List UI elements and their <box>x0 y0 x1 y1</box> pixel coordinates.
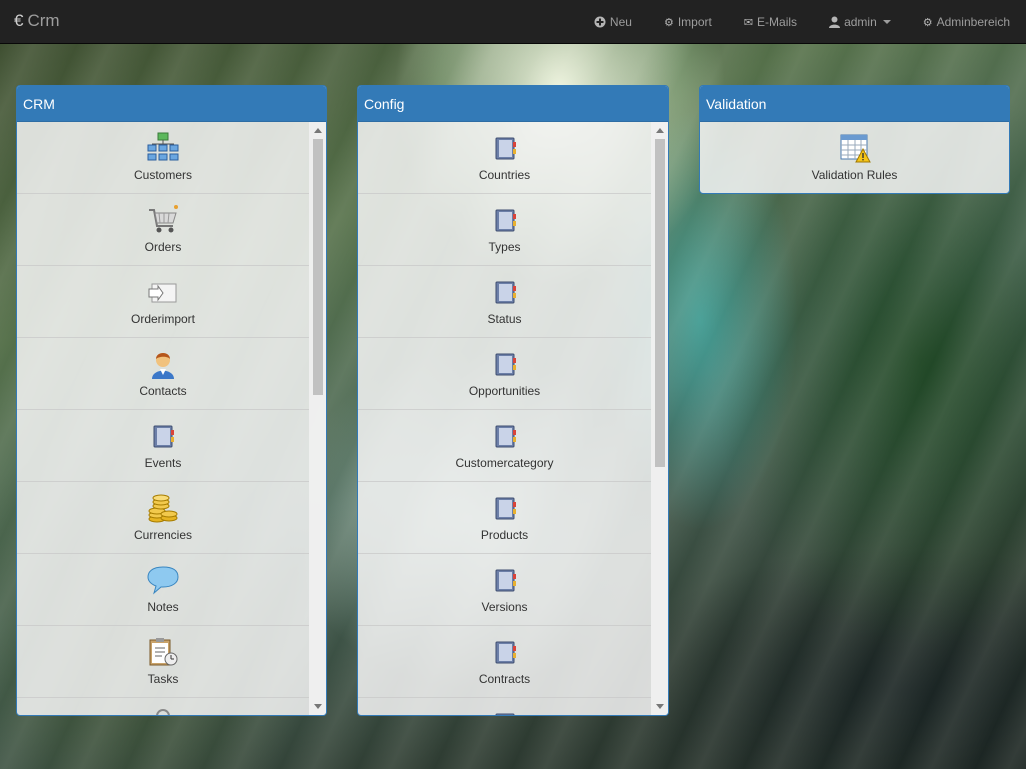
arrow-up-icon <box>655 128 664 133</box>
org-chart-icon <box>147 132 179 161</box>
plus-circle-icon <box>594 16 606 28</box>
nav-admin[interactable]: ⚙ Adminbereich <box>907 0 1026 44</box>
nav-emails[interactable]: ✉ E-Mails <box>728 0 813 44</box>
tile-customers[interactable]: Customers <box>17 122 309 194</box>
import-arrow-icon <box>148 283 177 303</box>
nav-import[interactable]: ⚙ Import <box>648 0 728 44</box>
crm-panel-title: CRM <box>17 86 326 122</box>
clipboard-clock-icon <box>149 638 178 666</box>
nav-new-label: Neu <box>609 15 632 29</box>
book-icon <box>495 281 516 304</box>
tile-events-label: Events <box>144 456 182 470</box>
nav-user-dropdown[interactable]: admin <box>813 0 907 44</box>
arrow-up-icon <box>313 128 322 133</box>
tile-currencies[interactable]: Currencies <box>17 482 309 554</box>
tile-orders[interactable]: Orders <box>17 194 309 266</box>
tile-orderimport-label: Orderimport <box>130 312 195 326</box>
tile-currencies-label: Currencies <box>133 528 193 542</box>
crm-scroll-thumb[interactable] <box>313 139 323 395</box>
book-icon <box>153 425 174 448</box>
partial-icon <box>156 709 170 715</box>
scroll-up-arrow[interactable] <box>309 122 326 139</box>
config-scrollbar[interactable] <box>651 122 668 715</box>
config-tile-list: Countries Types Status Opportunities Custome… <box>358 122 651 715</box>
top-navbar: € Crm Neu ⚙ Import ✉ E-Mails admin ⚙ Adm… <box>0 0 1026 44</box>
speech-bubble-icon <box>147 566 179 595</box>
shopping-cart-icon <box>149 205 178 233</box>
tile-config-types[interactable]: Types <box>358 194 651 266</box>
book-icon <box>495 569 516 592</box>
crm-panel: CRM Customers Orders Orderimport Contact… <box>16 85 327 716</box>
book-icon <box>495 353 516 376</box>
tile-config-products[interactable]: Products <box>358 482 651 554</box>
coins-icon <box>148 494 178 523</box>
nav-menu: Neu ⚙ Import ✉ E-Mails admin ⚙ Adminbere… <box>578 0 1026 44</box>
tile-config-opportunities[interactable]: Opportunities <box>358 338 651 410</box>
arrow-down-icon <box>313 704 322 709</box>
tile-notes[interactable]: Notes <box>17 554 309 626</box>
tile-config-contracts[interactable]: Contracts <box>358 626 651 698</box>
tile-customers-label: Customers <box>133 168 192 182</box>
tile-events[interactable]: Events <box>17 410 309 482</box>
validation-panel: Validation Validation Rules <box>699 85 1010 194</box>
nav-import-label: Import <box>677 15 712 29</box>
nav-new[interactable]: Neu <box>578 0 648 44</box>
tile-config-customercategory[interactable]: Customercategory <box>358 410 651 482</box>
scroll-up-arrow[interactable] <box>651 122 668 139</box>
scroll-down-arrow[interactable] <box>651 698 668 715</box>
tile-config-countries[interactable]: Countries <box>358 122 651 194</box>
validation-panel-title: Validation <box>700 86 1009 122</box>
envelope-icon: ✉ <box>743 16 754 29</box>
tile-orders-label: Orders <box>144 240 182 254</box>
scroll-down-arrow[interactable] <box>309 698 326 715</box>
validation-panel-body: Validation Rules <box>700 122 1009 193</box>
tile-tasks[interactable]: Tasks <box>17 626 309 698</box>
nav-admin-label: Adminbereich <box>936 15 1010 29</box>
tile-contacts-label: Contacts <box>139 384 187 398</box>
tile-config-label: Countries <box>478 168 531 182</box>
book-icon <box>495 641 516 664</box>
tile-validation-rules[interactable]: Validation Rules <box>700 122 1009 193</box>
tile-orderimport[interactable]: Orderimport <box>17 266 309 338</box>
crm-scrollbar[interactable] <box>309 122 326 715</box>
tile-config-label: Customercategory <box>455 456 554 470</box>
tile-config-label: Types <box>488 240 521 254</box>
nav-user-label: admin <box>844 15 877 29</box>
brand-link[interactable]: € Crm <box>14 11 60 31</box>
gear-icon: ⚙ <box>922 16 933 29</box>
book-icon <box>495 713 514 715</box>
tile-config-label: Status <box>487 312 522 326</box>
tile-config-status[interactable]: Status <box>358 266 651 338</box>
tile-config-label: Products <box>480 528 529 542</box>
book-icon <box>495 497 516 520</box>
book-icon <box>495 209 516 232</box>
tile-config-versions[interactable]: Versions <box>358 554 651 626</box>
config-panel-title: Config <box>358 86 668 122</box>
crm-tile-list: Customers Orders Orderimport Contacts Ev… <box>17 122 309 715</box>
person-icon <box>152 353 174 379</box>
gear-icon: ⚙ <box>663 16 674 29</box>
tile-tasks-label: Tasks <box>147 672 179 686</box>
euro-icon: € <box>14 11 24 30</box>
nav-emails-label: E-Mails <box>757 15 798 29</box>
brand-title: Crm <box>27 11 60 30</box>
tile-config-label: Contracts <box>478 672 531 686</box>
tile-partial[interactable] <box>358 698 651 715</box>
arrow-down-icon <box>655 704 664 709</box>
book-icon <box>495 425 516 448</box>
config-panel: Config Countries Types Status Opportunities… <box>357 85 669 716</box>
tile-notes-label: Notes <box>147 600 179 614</box>
user-icon <box>829 16 841 28</box>
table-warning-icon <box>840 134 871 163</box>
crm-panel-body: Customers Orders Orderimport Contacts Ev… <box>17 122 326 715</box>
config-panel-body: Countries Types Status Opportunities Custome… <box>358 122 668 715</box>
book-icon <box>495 137 516 160</box>
tile-config-label: Opportunities <box>468 384 541 398</box>
caret-down-icon <box>882 20 891 24</box>
config-scroll-thumb[interactable] <box>655 139 665 467</box>
tile-partial[interactable] <box>17 698 309 715</box>
tile-validation-rules-label: Validation Rules <box>811 168 898 182</box>
tile-contacts[interactable]: Contacts <box>17 338 309 410</box>
tile-config-label: Versions <box>481 600 528 614</box>
